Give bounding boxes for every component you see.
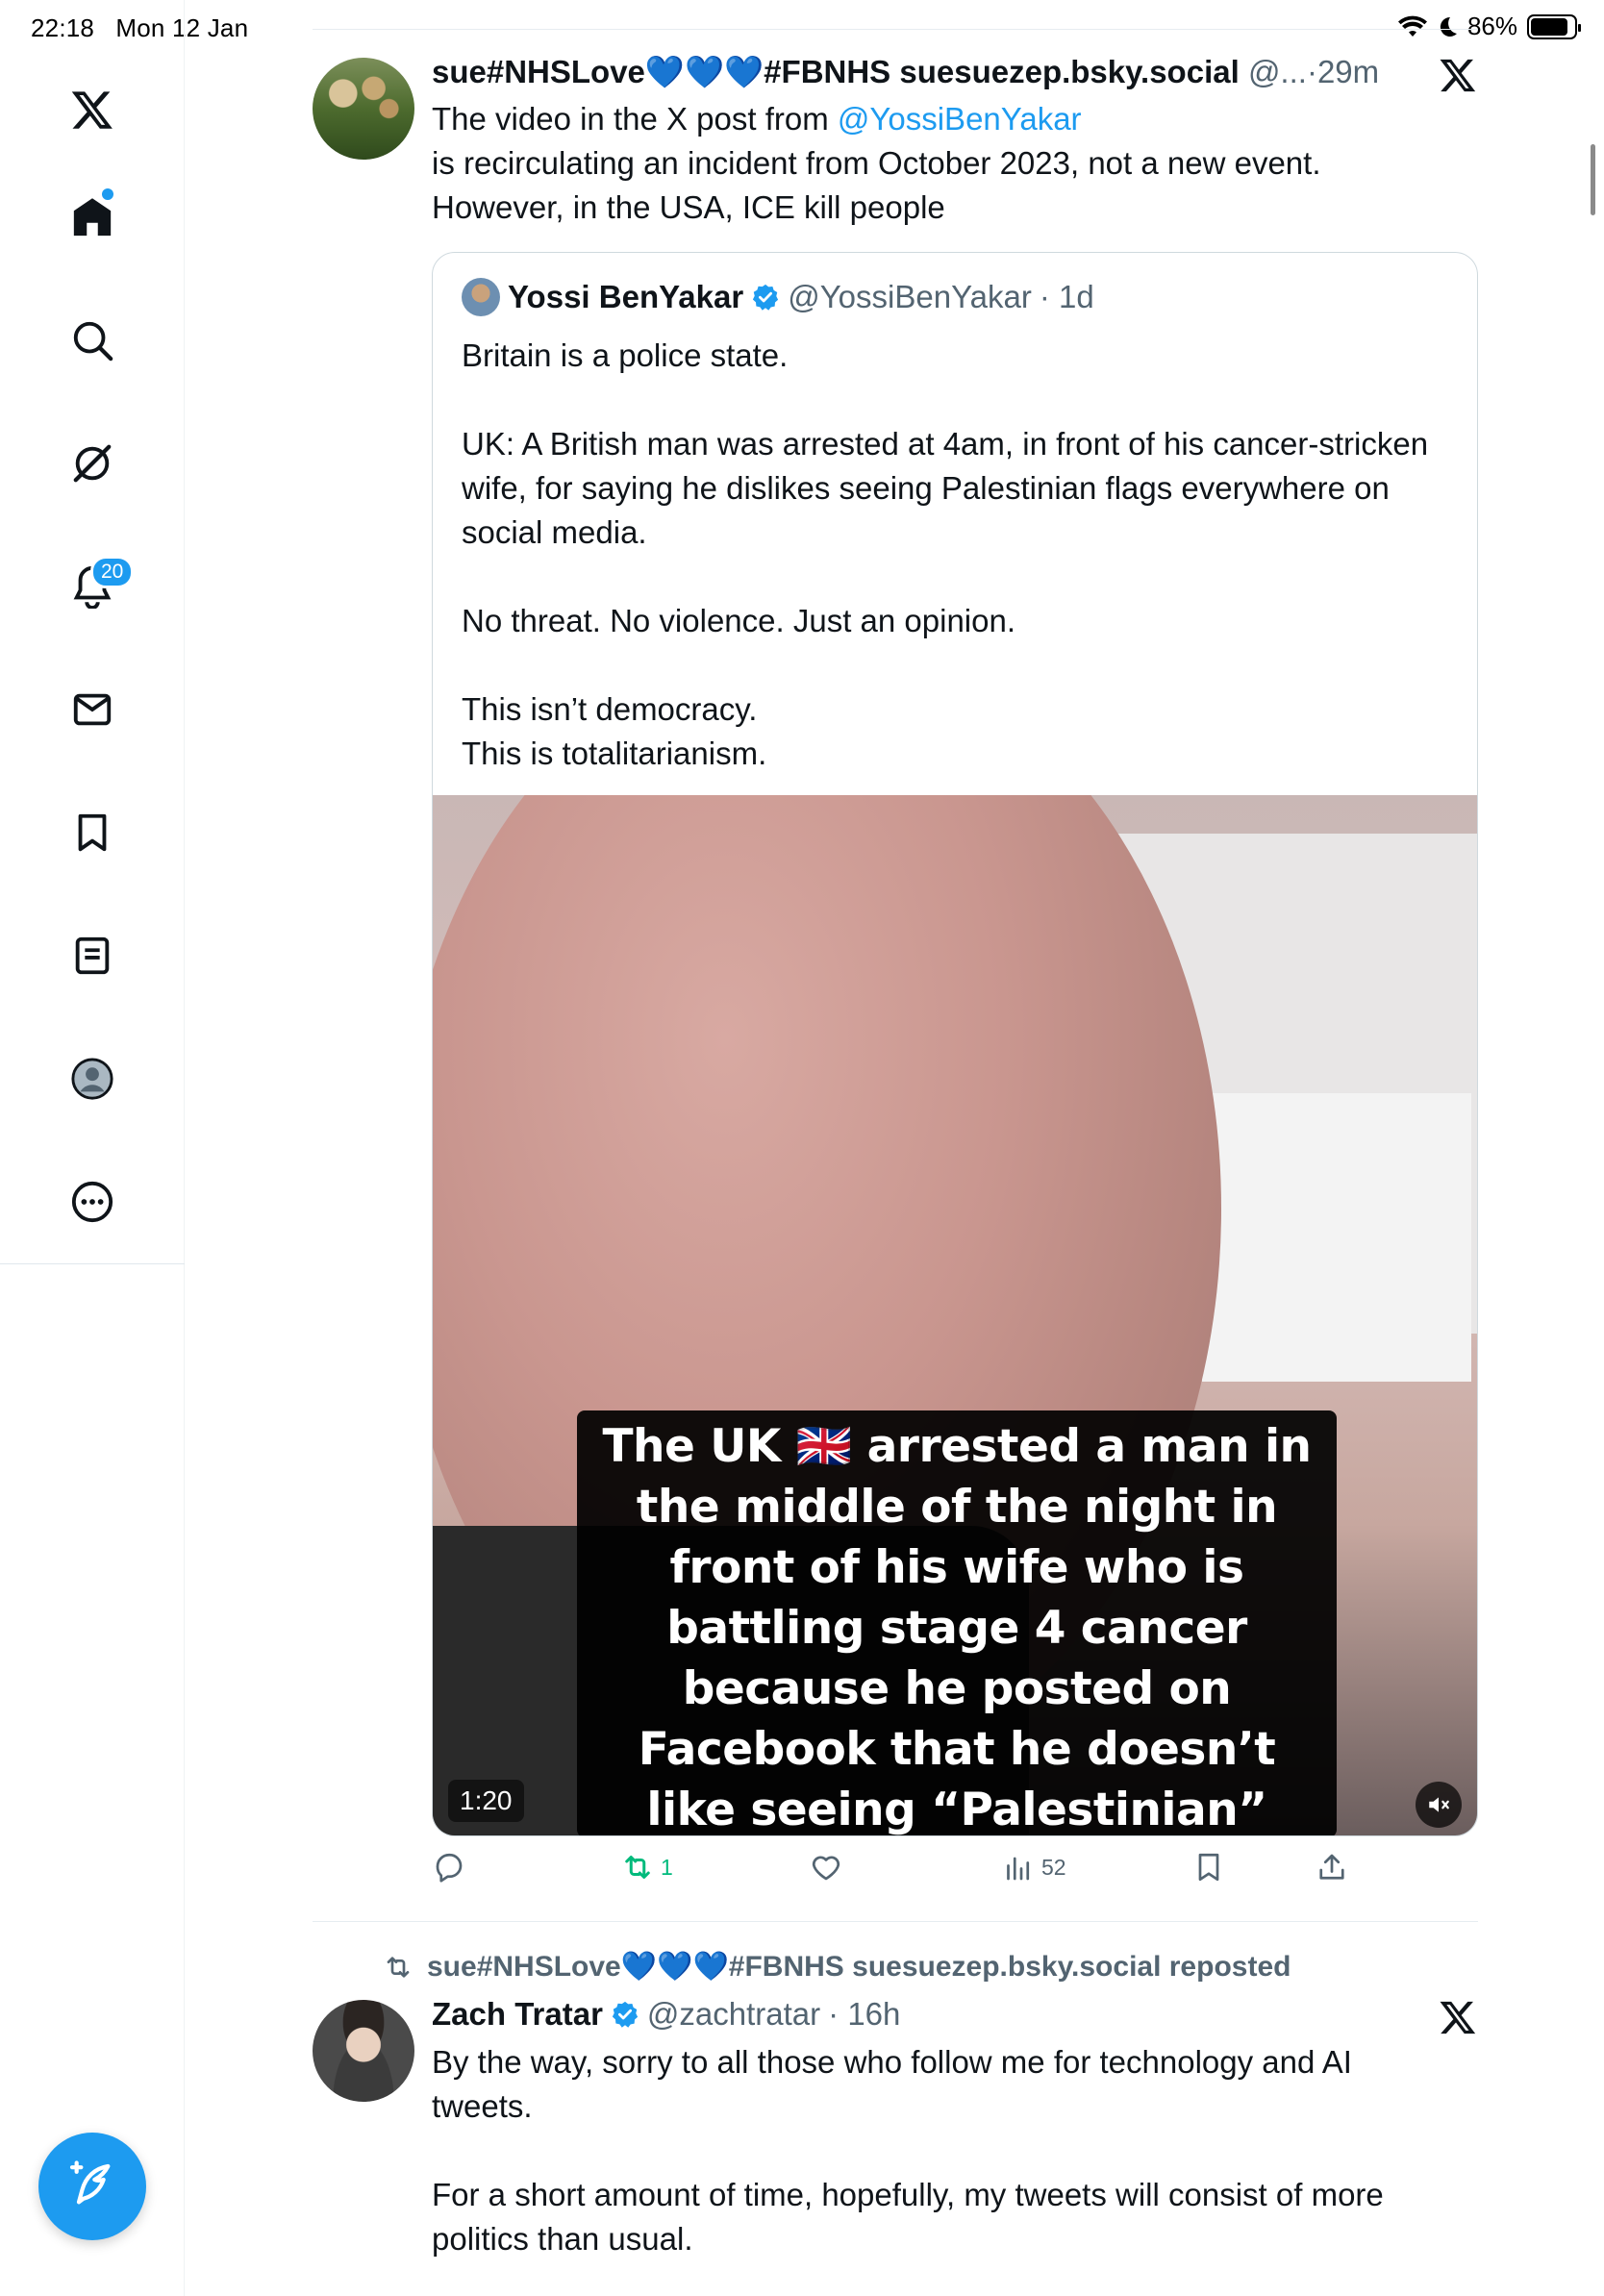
- video-caption-overlay: The UK 🇬🇧 arrested a man in the middle o…: [577, 1410, 1337, 1836]
- messages-icon[interactable]: [63, 681, 121, 738]
- author-handle[interactable]: @...: [1248, 54, 1307, 89]
- unread-dot: [102, 188, 113, 200]
- quote-paragraph: This isn’t democracy. This is totalitari…: [462, 691, 767, 771]
- reply-icon: [436, 1853, 463, 1883]
- quote-text: Britain is a police state. UK: A British…: [462, 334, 1452, 776]
- x-logo-icon[interactable]: [63, 81, 121, 138]
- author-name[interactable]: Zach Tratar: [432, 1996, 603, 2033]
- post-text: By the way, sorry to all those who follo…: [432, 2040, 1461, 2261]
- repost-count: 1: [661, 1854, 673, 1880]
- author-name[interactable]: sue#NHSLove💙💙💙#FBNHS suesuezep.bsky.soci…: [432, 54, 1240, 89]
- post-time[interactable]: · 16h: [828, 1996, 900, 2033]
- separator: ·: [1306, 54, 1317, 89]
- post-paragraph: For a short amount of time, hopefully, m…: [432, 2177, 1384, 2257]
- sidebar-divider: [0, 1263, 185, 1264]
- post-time[interactable]: 29m: [1317, 54, 1379, 89]
- more-icon[interactable]: [63, 1173, 121, 1231]
- share-icon: [1319, 1854, 1344, 1880]
- video-player[interactable]: The UK 🇬🇧 arrested a man in the middle o…: [433, 795, 1477, 1836]
- quote-author-handle[interactable]: @YossiBenYakar: [788, 279, 1032, 315]
- scrollbar[interactable]: [1591, 144, 1595, 215]
- repost-icon: [387, 1956, 410, 1978]
- views-button[interactable]: 52: [1001, 1850, 1066, 1884]
- notifications-badge: 20: [90, 556, 135, 588]
- quote-header: Yossi BenYakar @YossiBenYakar · 1d: [462, 278, 1094, 316]
- bookmark-button[interactable]: [1191, 1850, 1226, 1884]
- quote-paragraph: Britain is a police state.: [462, 337, 789, 373]
- wifi-icon: [1397, 15, 1427, 37]
- views-count: 52: [1041, 1854, 1066, 1880]
- like-button[interactable]: [809, 1850, 849, 1884]
- repost-button[interactable]: 1: [620, 1850, 673, 1884]
- bookmarks-icon[interactable]: [63, 804, 121, 861]
- repost-context[interactable]: sue#NHSLove💙💙💙#FBNHS suesuezep.bsky.soci…: [383, 1950, 1291, 1984]
- post-text-line2: is recirculating an incident from Octobe…: [432, 145, 1321, 181]
- bookmark-icon: [1198, 1853, 1219, 1882]
- battery-percent: 86%: [1466, 12, 1517, 40]
- feed-divider: [313, 29, 1478, 30]
- x-logo-icon[interactable]: [1439, 56, 1477, 94]
- heart-icon: [812, 1856, 840, 1881]
- share-button[interactable]: [1315, 1850, 1349, 1884]
- post-text-line1: The video in the X post from: [432, 101, 838, 137]
- video-caption: The UK 🇬🇧 arrested a man in the middle o…: [602, 1420, 1312, 1836]
- quote-time[interactable]: · 1d: [1040, 279, 1094, 315]
- quote-author-avatar[interactable]: [462, 278, 500, 316]
- quote-paragraph: UK: A British man was arrested at 4am, i…: [462, 426, 1429, 550]
- post-header: sue#NHSLove💙💙💙#FBNHS suesuezep.bsky.soci…: [432, 54, 1379, 91]
- author-handle[interactable]: @zachtratar: [647, 1996, 820, 2033]
- post-text: The video in the X post from @YossiBenYa…: [432, 97, 1470, 230]
- lists-icon[interactable]: [63, 927, 121, 985]
- mute-button[interactable]: [1416, 1782, 1462, 1828]
- post-header: Zach Tratar @zachtratar · 16h: [432, 1996, 900, 2033]
- reply-button[interactable]: [432, 1850, 472, 1884]
- moon-icon: [1440, 16, 1457, 37]
- post-actions: 1 52: [432, 1850, 1478, 1896]
- author-avatar[interactable]: [313, 2000, 414, 2102]
- grok-icon[interactable]: [63, 435, 121, 492]
- quote-author-name[interactable]: Yossi BenYakar: [508, 279, 743, 315]
- repost-icon: [625, 1856, 650, 1879]
- mention-link[interactable]: @YossiBenYakar: [838, 101, 1082, 137]
- quote-paragraph: No threat. No violence. Just an opinion.: [462, 603, 1016, 638]
- compose-post-icon: [69, 2160, 111, 2205]
- profile-icon[interactable]: [63, 1050, 121, 1108]
- x-logo-icon[interactable]: [1439, 1998, 1477, 2036]
- post-paragraph: By the way, sorry to all those who follo…: [432, 2044, 1352, 2124]
- video-duration: 1:20: [448, 1780, 524, 1822]
- compose-button[interactable]: [38, 2133, 146, 2240]
- author-avatar[interactable]: [313, 58, 414, 160]
- battery-icon: [1527, 13, 1581, 39]
- verified-badge-icon: [612, 2001, 639, 2028]
- search-icon[interactable]: [63, 312, 121, 369]
- video-background: [1202, 1093, 1471, 1382]
- repost-label: sue#NHSLove💙💙💙#FBNHS suesuezep.bsky.soci…: [427, 1951, 1291, 1983]
- status-indicators: 86%: [1397, 12, 1581, 41]
- post-text-line3: However, in the USA, ICE kill people: [432, 189, 945, 225]
- sidebar: 20: [0, 0, 185, 2296]
- analytics-icon: [1007, 1857, 1030, 1881]
- post-divider: [313, 1921, 1478, 1922]
- speaker-muted-icon: [1429, 1797, 1449, 1812]
- verified-badge-icon: [753, 284, 779, 311]
- quoted-post[interactable]: Yossi BenYakar @YossiBenYakar · 1d Britai…: [432, 252, 1478, 1836]
